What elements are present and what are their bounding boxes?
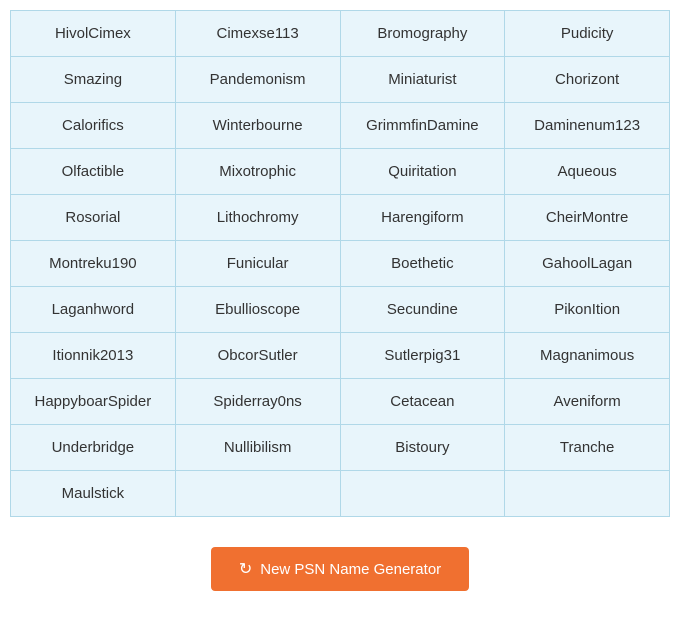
grid-item: GahoolLagan (505, 241, 670, 287)
grid-item: PikonItion (505, 287, 670, 333)
grid-item: Miniaturist (341, 57, 506, 103)
grid-item: Boethetic (341, 241, 506, 287)
grid-item: Harengiform (341, 195, 506, 241)
grid-item (176, 471, 341, 517)
grid-item: Cetacean (341, 379, 506, 425)
grid-item: GrimmfinDamine (341, 103, 506, 149)
grid-item: Pandemonism (176, 57, 341, 103)
grid-item: Tranche (505, 425, 670, 471)
grid-item: Montreku190 (11, 241, 176, 287)
grid-item (341, 471, 506, 517)
grid-item: Aqueous (505, 149, 670, 195)
grid-item: Lithochromy (176, 195, 341, 241)
grid-item: Sutlerpig31 (341, 333, 506, 379)
grid-item: Olfactible (11, 149, 176, 195)
grid-item: Magnanimous (505, 333, 670, 379)
name-grid: HivolCimexCimexse113BromographyPudicity S… (10, 10, 670, 517)
grid-item: Spiderray0ns (176, 379, 341, 425)
grid-item: HivolCimex (11, 11, 176, 57)
grid-item: Funicular (176, 241, 341, 287)
refresh-icon: ↻ (239, 559, 252, 579)
grid-item: Nullibilism (176, 425, 341, 471)
grid-item: Aveniform (505, 379, 670, 425)
grid-item: Cimexse113 (176, 11, 341, 57)
grid-item: Calorifics (11, 103, 176, 149)
grid-item: Rosorial (11, 195, 176, 241)
grid-item: Winterbourne (176, 103, 341, 149)
grid-item: Quiritation (341, 149, 506, 195)
grid-item: Bromography (341, 11, 506, 57)
grid-item: Smazing (11, 57, 176, 103)
grid-item: Pudicity (505, 11, 670, 57)
grid-item: Itionnik2013 (11, 333, 176, 379)
new-psn-button[interactable]: ↻ New PSN Name Generator (211, 547, 469, 591)
grid-item: Laganhword (11, 287, 176, 333)
grid-item: CheirMontre (505, 195, 670, 241)
grid-item: Chorizont (505, 57, 670, 103)
grid-item: Daminenum123 (505, 103, 670, 149)
grid-item (505, 471, 670, 517)
grid-item: Secundine (341, 287, 506, 333)
grid-item: ObcorSutler (176, 333, 341, 379)
new-psn-button-label: New PSN Name Generator (260, 561, 441, 578)
button-container: ↻ New PSN Name Generator (211, 547, 469, 591)
grid-item: Mixotrophic (176, 149, 341, 195)
grid-item: Maulstick (11, 471, 176, 517)
grid-item: Underbridge (11, 425, 176, 471)
grid-item: Ebullioscope (176, 287, 341, 333)
grid-item: Bistoury (341, 425, 506, 471)
grid-item: HappyboarSpider (11, 379, 176, 425)
